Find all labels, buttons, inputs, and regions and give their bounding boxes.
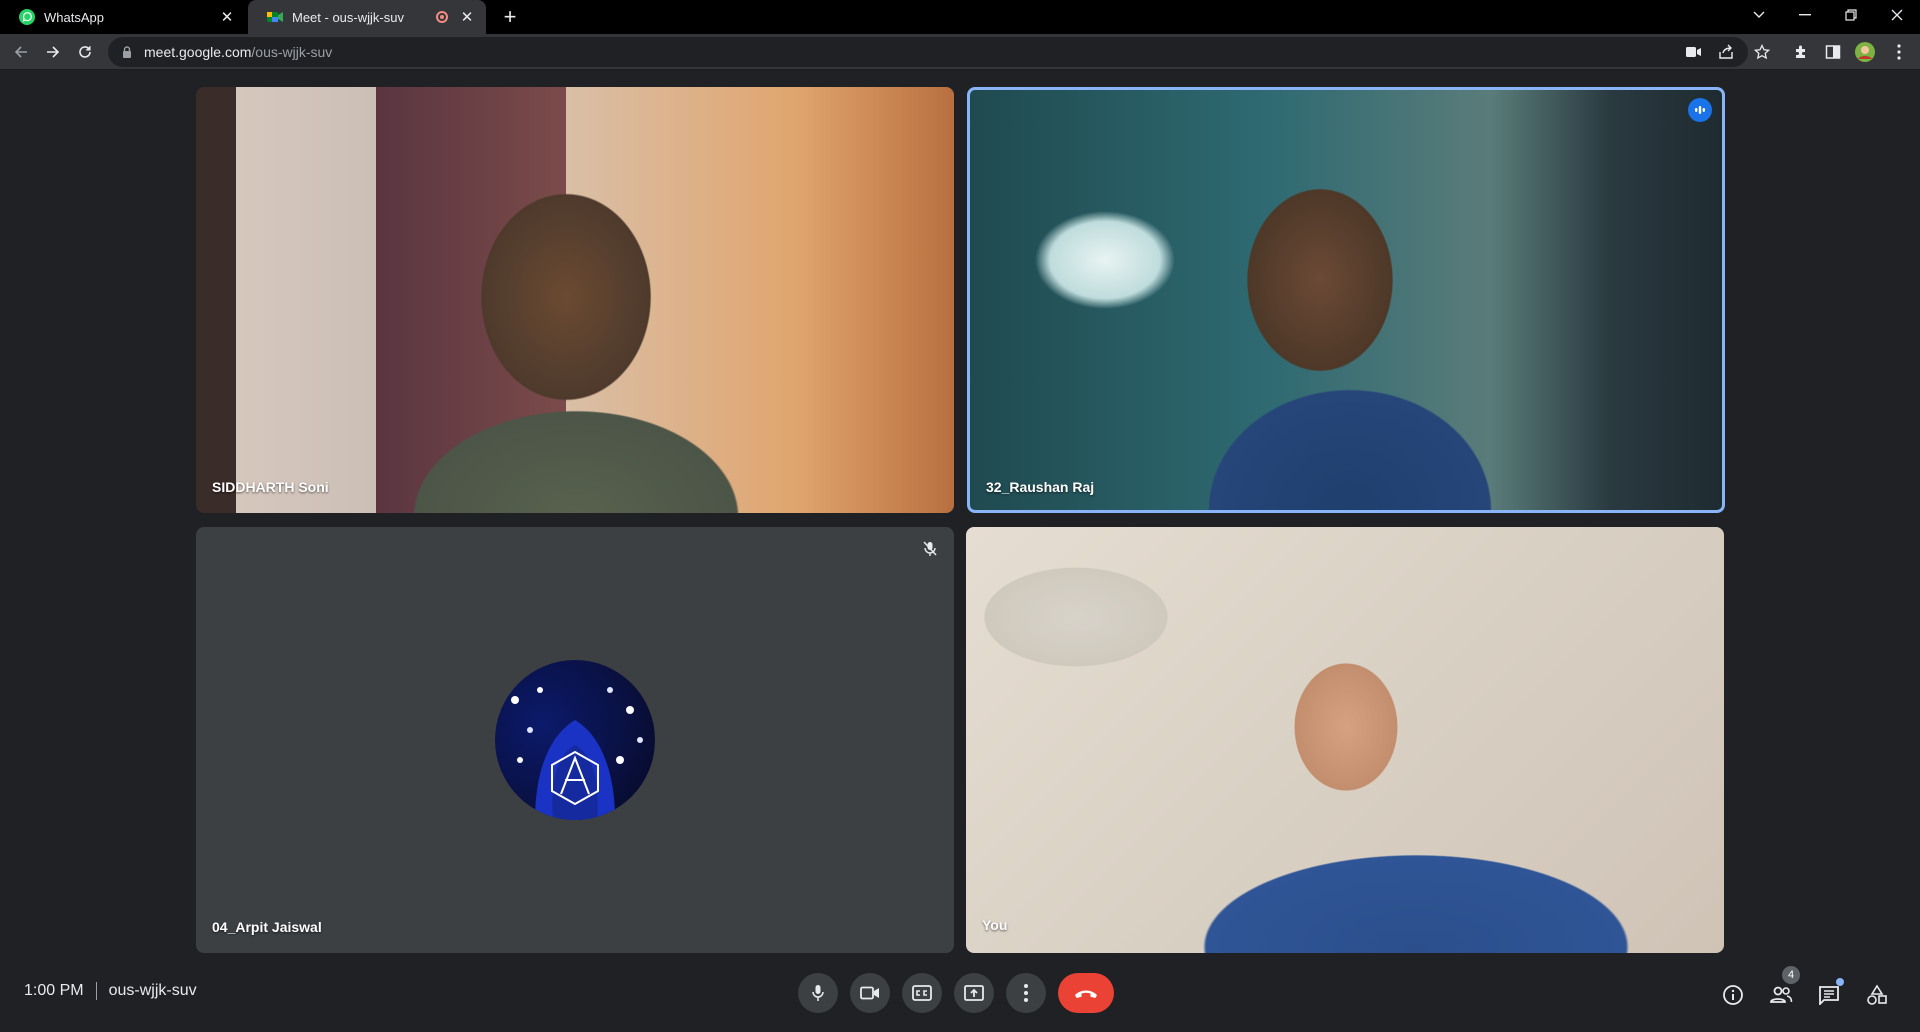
meeting-time: 1:00 PM	[24, 982, 84, 999]
leave-call-button[interactable]	[1058, 973, 1114, 1013]
bookmark-star-icon[interactable]	[1749, 39, 1775, 65]
participant-count-badge: 4	[1782, 966, 1800, 984]
participant-name: 04_Arpit Jaiswal	[212, 919, 322, 935]
more-options-button[interactable]	[1006, 973, 1046, 1013]
people-button[interactable]	[1767, 981, 1795, 1009]
browser-menu-icon[interactable]	[1886, 39, 1912, 65]
minimize-window-button[interactable]	[1782, 0, 1828, 30]
chat-notification-dot	[1836, 978, 1844, 986]
mic-off-icon	[918, 537, 942, 561]
camera-button[interactable]	[850, 973, 890, 1013]
more-vert-icon	[1024, 984, 1028, 1002]
tab-strip: WhatsApp ✕ Meet - ous-wjjk-suv ✕ +	[0, 0, 1920, 34]
browser-toolbar: meet.google.com/ous-wjjk-suv	[0, 34, 1920, 70]
microphone-button[interactable]	[798, 973, 838, 1013]
tab-whatsapp[interactable]: WhatsApp ✕	[0, 0, 246, 34]
tab-title: WhatsApp	[44, 9, 104, 25]
lock-icon	[123, 46, 131, 58]
restore-window-button[interactable]	[1828, 0, 1874, 30]
video-camera-icon	[860, 986, 879, 1000]
whatsapp-icon	[19, 9, 35, 25]
extensions-icon[interactable]	[1788, 39, 1814, 65]
url-host: meet.google.com	[144, 44, 252, 60]
google-meet-icon	[267, 12, 283, 22]
tab-title: Meet - ous-wjjk-suv	[292, 9, 404, 25]
back-button[interactable]	[8, 39, 34, 65]
avatar	[495, 660, 655, 820]
close-window-button[interactable]	[1874, 0, 1920, 30]
address-bar[interactable]: meet.google.com/ous-wjjk-suv	[108, 37, 1748, 67]
tab-search-icon[interactable]	[1736, 0, 1782, 30]
closed-captions-icon	[912, 985, 932, 1001]
profile-avatar[interactable]	[1852, 39, 1878, 65]
meeting-control-bar: 1:00 PM ous-wjjk-suv	[0, 962, 1920, 1032]
activities-button[interactable]	[1863, 981, 1891, 1009]
share-icon[interactable]	[1718, 37, 1734, 67]
divider	[95, 982, 97, 1000]
info-icon	[1723, 985, 1743, 1005]
close-tab-icon[interactable]: ✕	[218, 8, 236, 26]
speaking-indicator-icon	[1688, 98, 1712, 122]
chat-icon	[1819, 986, 1839, 1005]
activities-icon	[1867, 984, 1887, 1005]
camera-in-use-icon[interactable]	[1686, 37, 1702, 67]
meeting-code: ous-wjjk-suv	[108, 982, 197, 999]
present-screen-button[interactable]	[954, 973, 994, 1013]
url-path: /ous-wjjk-suv	[251, 44, 333, 60]
recording-indicator-icon	[436, 11, 448, 23]
reload-button[interactable]	[72, 39, 98, 65]
participant-tile-self[interactable]: You	[966, 527, 1724, 953]
participant-name: SIDDHARTH Soni	[212, 479, 329, 495]
microphone-icon	[812, 985, 824, 1001]
side-panel-icon[interactable]	[1820, 39, 1846, 65]
close-tab-icon[interactable]: ✕	[458, 8, 476, 26]
hang-up-icon	[1075, 990, 1097, 998]
meeting-details-button[interactable]	[1719, 981, 1747, 1009]
present-screen-icon	[964, 985, 984, 1001]
participant-name: 32_Raushan Raj	[986, 479, 1095, 495]
tab-meet[interactable]: Meet - ous-wjjk-suv ✕	[248, 0, 486, 34]
participant-tile[interactable]: SIDDHARTH Soni	[196, 87, 954, 513]
participant-tile[interactable]: 04_Arpit Jaiswal	[196, 527, 954, 953]
forward-button[interactable]	[40, 39, 66, 65]
participant-name: You	[982, 917, 1008, 933]
new-tab-button[interactable]: +	[498, 4, 522, 29]
people-icon	[1770, 986, 1793, 1003]
captions-button[interactable]	[902, 973, 942, 1013]
participant-tile-active-speaker[interactable]: 32_Raushan Raj	[967, 87, 1725, 513]
meeting-details: 1:00 PM ous-wjjk-suv	[24, 982, 197, 1000]
